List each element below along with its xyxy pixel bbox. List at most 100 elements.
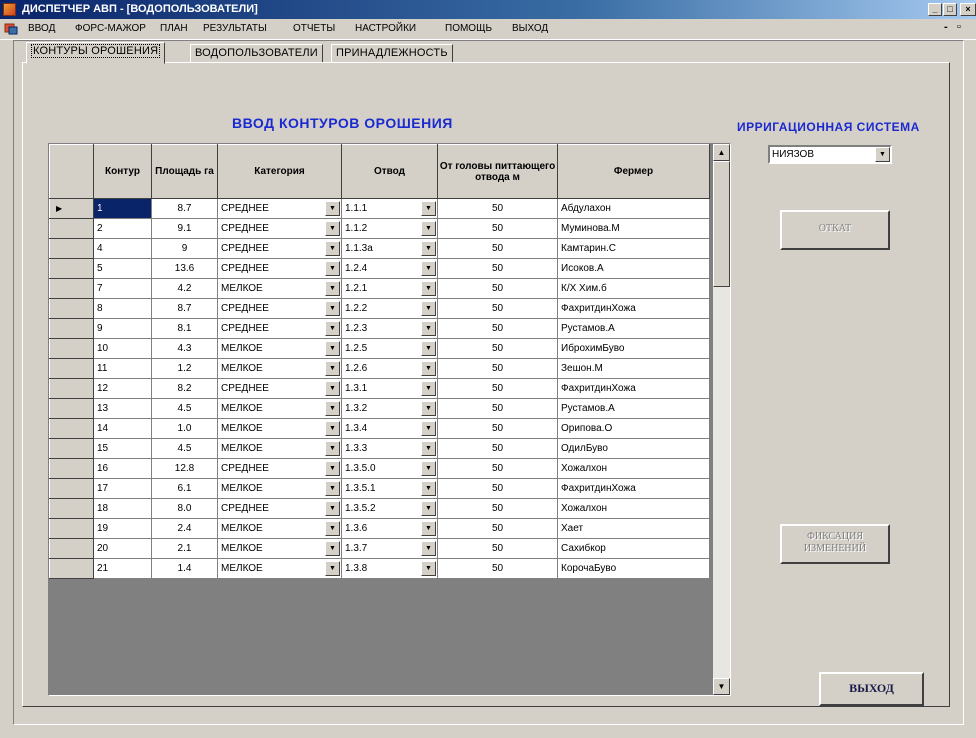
cell-otvod[interactable]: 1.2.3 ▼ [341, 318, 438, 339]
table-row[interactable]: 14 1.0 МЕЛКОЕ ▼ 1.3.4 ▼ 50 Орипова.О [49, 418, 710, 439]
table-row[interactable]: 12 8.2 СРЕДНЕЕ ▼ 1.3.1 ▼ 50 ФахритдинХожа [49, 378, 710, 399]
table-row[interactable]: 18 8.0 СРЕДНЕЕ ▼ 1.3.5.2 ▼ 50 Хожалхон [49, 498, 710, 519]
cell-fermer[interactable]: Сахибкор [557, 538, 710, 559]
cell-kategoriya[interactable]: МЕЛКОЕ ▼ [217, 478, 342, 499]
menu-rezultaty[interactable]: РЕЗУЛЬТАТЫ [203, 23, 267, 34]
table-row[interactable]: 19 2.4 МЕЛКОЕ ▼ 1.3.6 ▼ 50 Хает [49, 518, 710, 539]
cell-otvod[interactable]: 1.3.4 ▼ [341, 418, 438, 439]
cell-kategoriya[interactable]: МЕЛКОЕ ▼ [217, 278, 342, 299]
row-selector[interactable] [49, 558, 94, 579]
cell-ploshchad[interactable]: 1.4 [151, 558, 218, 579]
cell-kontur[interactable]: 20 [93, 538, 152, 559]
cell-ot-golovy[interactable]: 50 [437, 478, 558, 499]
cell-ot-golovy[interactable]: 50 [437, 518, 558, 539]
chevron-down-icon[interactable]: ▼ [421, 541, 436, 556]
cell-kategoriya[interactable]: МЕЛКОЕ ▼ [217, 558, 342, 579]
cell-ploshchad[interactable]: 12.8 [151, 458, 218, 479]
table-row[interactable]: 15 4.5 МЕЛКОЕ ▼ 1.3.3 ▼ 50 ОдилБуво [49, 438, 710, 459]
tab-vodopolzovateli[interactable]: ВОДОПОЛЬЗОВАТЕЛИ [190, 44, 323, 63]
row-selector[interactable] [49, 318, 94, 339]
chevron-down-icon[interactable]: ▼ [325, 461, 340, 476]
row-selector[interactable]: ▶ [49, 198, 94, 219]
chevron-down-icon[interactable]: ▼ [421, 361, 436, 376]
row-selector[interactable] [49, 418, 94, 439]
cell-ot-golovy[interactable]: 50 [437, 258, 558, 279]
cell-kontur[interactable]: 4 [93, 238, 152, 259]
chevron-down-icon[interactable]: ▼ [421, 401, 436, 416]
row-selector[interactable] [49, 278, 94, 299]
tab-kontury-orosheniya[interactable]: КОНТУРЫ ОРОШЕНИЯ [26, 42, 166, 64]
cell-ploshchad[interactable]: 8.1 [151, 318, 218, 339]
cell-otvod[interactable]: 1.3.1 ▼ [341, 378, 438, 399]
cell-kontur[interactable]: 1 [93, 198, 152, 219]
cell-otvod[interactable]: 1.1.3а ▼ [341, 238, 438, 259]
chevron-down-icon[interactable]: ▼ [421, 481, 436, 496]
menu-plan[interactable]: ПЛАН [160, 23, 188, 34]
cell-ot-golovy[interactable]: 50 [437, 538, 558, 559]
cell-otvod[interactable]: 1.3.3 ▼ [341, 438, 438, 459]
column-header-ot-golovy[interactable]: От головы питтающего отвода м [437, 144, 558, 199]
chevron-down-icon[interactable]: ▼ [325, 301, 340, 316]
minimize-button[interactable]: _ [928, 3, 942, 16]
menu-nastroyki[interactable]: НАСТРОЙКИ [355, 23, 416, 34]
cell-kontur[interactable]: 10 [93, 338, 152, 359]
chevron-down-icon[interactable]: ▼ [325, 241, 340, 256]
cell-otvod[interactable]: 1.3.2 ▼ [341, 398, 438, 419]
cell-kontur[interactable]: 5 [93, 258, 152, 279]
table-row[interactable]: 20 2.1 МЕЛКОЕ ▼ 1.3.7 ▼ 50 Сахибкор [49, 538, 710, 559]
cell-ploshchad[interactable]: 9.1 [151, 218, 218, 239]
chevron-down-icon[interactable]: ▼ [325, 321, 340, 336]
cell-kontur[interactable]: 19 [93, 518, 152, 539]
cell-otvod[interactable]: 1.2.2 ▼ [341, 298, 438, 319]
menu-vykhod[interactable]: ВЫХОД [512, 23, 548, 34]
cell-fermer[interactable]: ФахритдинХожа [557, 478, 710, 499]
chevron-down-icon[interactable]: ▼ [875, 147, 890, 162]
row-selector[interactable] [49, 538, 94, 559]
table-row[interactable]: 4 9 СРЕДНЕЕ ▼ 1.1.3а ▼ 50 Камтарин.С [49, 238, 710, 259]
cell-ot-golovy[interactable]: 50 [437, 398, 558, 419]
row-selector[interactable] [49, 338, 94, 359]
cell-ploshchad[interactable]: 1.2 [151, 358, 218, 379]
cell-fermer[interactable]: Рустамов.А [557, 318, 710, 339]
cell-fermer[interactable]: Зешон.М [557, 358, 710, 379]
chevron-down-icon[interactable]: ▼ [325, 381, 340, 396]
cell-ot-golovy[interactable]: 50 [437, 438, 558, 459]
cell-kontur[interactable]: 11 [93, 358, 152, 379]
cell-fermer[interactable]: Исоков.А [557, 258, 710, 279]
chevron-down-icon[interactable]: ▼ [325, 201, 340, 216]
chevron-down-icon[interactable]: ▼ [421, 261, 436, 276]
cell-ploshchad[interactable]: 8.0 [151, 498, 218, 519]
cell-fermer[interactable]: Абдулахон [557, 198, 710, 219]
chevron-down-icon[interactable]: ▼ [421, 501, 436, 516]
chevron-down-icon[interactable]: ▼ [421, 441, 436, 456]
cell-kontur[interactable]: 15 [93, 438, 152, 459]
cell-kontur[interactable]: 2 [93, 218, 152, 239]
commit-changes-button[interactable]: ФИКСАЦИЯ ИЗМЕНЕНИЙ [780, 524, 890, 564]
cell-kategoriya[interactable]: МЕЛКОЕ ▼ [217, 438, 342, 459]
cell-ploshchad[interactable]: 4.5 [151, 438, 218, 459]
cell-fermer[interactable]: Камтарин.С [557, 238, 710, 259]
cell-otvod[interactable]: 1.3.6 ▼ [341, 518, 438, 539]
row-selector[interactable] [49, 378, 94, 399]
table-row[interactable]: 21 1.4 МЕЛКОЕ ▼ 1.3.8 ▼ 50 КорочаБуво [49, 558, 710, 579]
chevron-down-icon[interactable]: ▼ [325, 281, 340, 296]
chevron-down-icon[interactable]: ▼ [325, 521, 340, 536]
cell-otvod[interactable]: 1.1.1 ▼ [341, 198, 438, 219]
cell-ploshchad[interactable]: 13.6 [151, 258, 218, 279]
cell-otvod[interactable]: 1.3.7 ▼ [341, 538, 438, 559]
row-selector[interactable] [49, 238, 94, 259]
cell-kategoriya[interactable]: МЕЛКОЕ ▼ [217, 418, 342, 439]
cell-kategoriya[interactable]: МЕЛКОЕ ▼ [217, 538, 342, 559]
chevron-down-icon[interactable]: ▼ [421, 281, 436, 296]
column-header-kategoriya[interactable]: Категория [217, 144, 342, 199]
cell-otvod[interactable]: 1.2.5 ▼ [341, 338, 438, 359]
chevron-down-icon[interactable]: ▼ [421, 221, 436, 236]
cell-otvod[interactable]: 1.3.5.0 ▼ [341, 458, 438, 479]
row-selector[interactable] [49, 218, 94, 239]
cell-fermer[interactable]: Рустамов.А [557, 398, 710, 419]
chevron-down-icon[interactable]: ▼ [325, 561, 340, 576]
cell-kontur[interactable]: 12 [93, 378, 152, 399]
cell-ploshchad[interactable]: 8.2 [151, 378, 218, 399]
grid-scrollbar[interactable]: ▲ ▼ [713, 144, 730, 695]
cell-ploshchad[interactable]: 4.5 [151, 398, 218, 419]
